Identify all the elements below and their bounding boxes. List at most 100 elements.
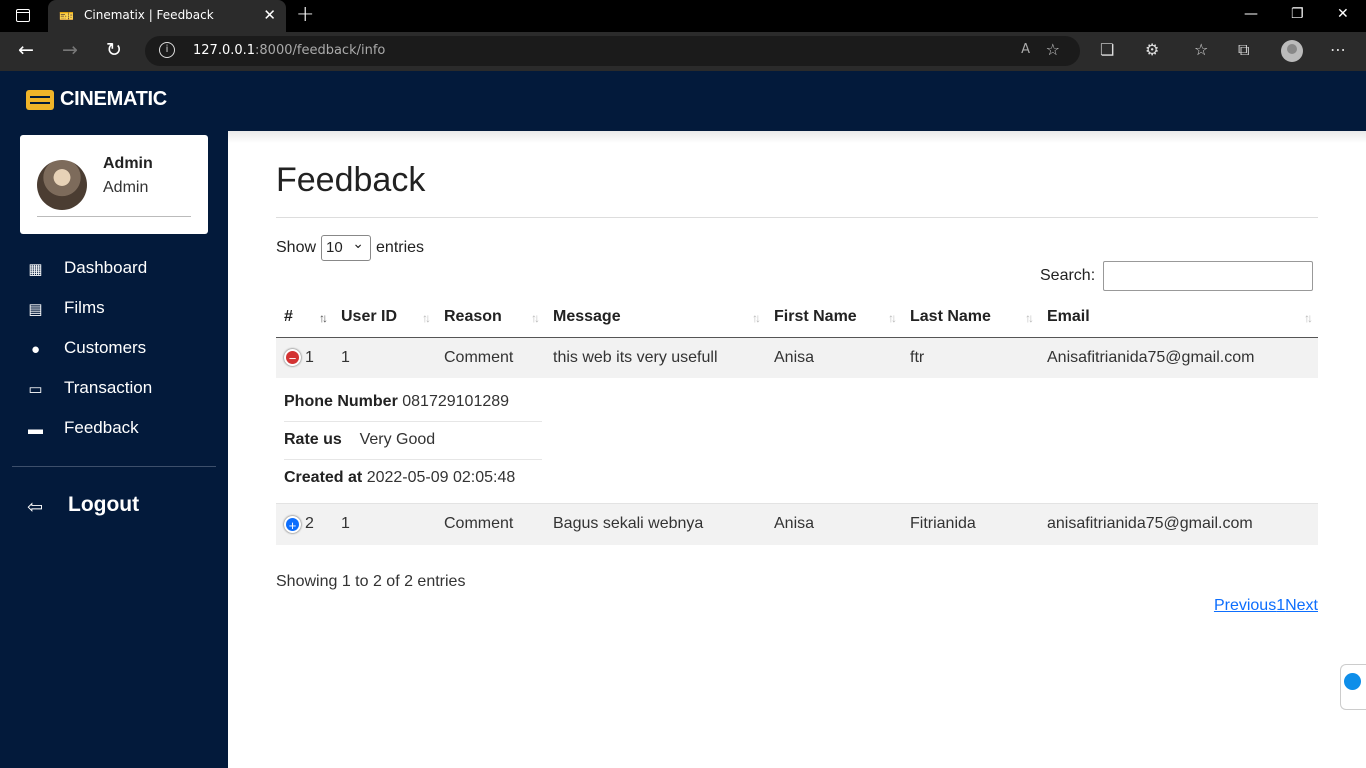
- column-header-first-name[interactable]: First Name ↑↓: [766, 298, 902, 338]
- read-aloud-icon[interactable]: A: [1021, 42, 1030, 57]
- entries-select[interactable]: 10: [321, 235, 372, 261]
- user-name: Admin: [103, 155, 153, 172]
- close-window-icon[interactable]: ✕: [1337, 6, 1349, 22]
- title-divider: [276, 217, 1318, 218]
- column-header-message[interactable]: Message ↑↓: [545, 298, 766, 338]
- expand-row-icon[interactable]: +: [284, 515, 301, 533]
- row-details: Phone Number 081729101289 Rate us Very G…: [276, 378, 1318, 504]
- column-header-reason[interactable]: Reason ↑↓: [436, 298, 545, 338]
- sidebar-menu: ▦ Dashboard ▤ Films ● Customers ▭ Transa…: [0, 249, 228, 449]
- card-icon: ▭: [28, 381, 43, 398]
- chat-icon: ▬: [28, 421, 43, 438]
- user-id-cell: 1: [333, 336, 436, 378]
- message-cell: this web its very usefull: [545, 336, 766, 378]
- browser-tab[interactable]: 🎫 Cinematix | Feedback ✕: [48, 0, 286, 32]
- sidebar-item-dashboard[interactable]: ▦ Dashboard: [0, 249, 228, 289]
- sort-icon: ↑↓: [752, 311, 761, 325]
- message-cell: Bagus sekali webnya: [545, 503, 766, 545]
- grid-icon: ▦: [28, 261, 43, 278]
- remote-support-widget-icon[interactable]: [1340, 664, 1366, 710]
- first-name-cell: Anisa: [766, 336, 902, 378]
- sort-asc-icon: ↑↓: [319, 311, 328, 325]
- feedback-table: # ↑↓ User ID ↑↓ Reason ↑↓ Message ↑↓ First N…: [276, 298, 1318, 545]
- reason-cell: Comment: [436, 503, 545, 545]
- favorite-icon[interactable]: ☆: [1046, 40, 1060, 59]
- tab-actions-icon[interactable]: [16, 9, 30, 22]
- sort-icon: ↑↓: [1025, 311, 1034, 325]
- sidebar-item-label: Feedback: [64, 418, 139, 437]
- minimize-icon[interactable]: —: [1244, 6, 1258, 22]
- page-1-link[interactable]: 1: [1276, 597, 1285, 615]
- url-text[interactable]: 127.0.0.1:8000/feedback/info: [193, 43, 385, 58]
- close-tab-icon[interactable]: ✕: [263, 6, 276, 24]
- column-header-user-id[interactable]: User ID ↑↓: [333, 298, 436, 338]
- sidebar-item-label: Customers: [64, 338, 147, 357]
- user-card: Admin Admin: [20, 135, 208, 234]
- table-info: Showing 1 to 2 of 2 entries: [276, 573, 466, 590]
- user-role: Admin: [103, 179, 149, 196]
- reason-cell: Comment: [436, 336, 545, 378]
- column-header-email[interactable]: Email ↑↓: [1039, 298, 1318, 338]
- header-shadow: [228, 131, 1366, 143]
- favorites-list-icon[interactable]: ☆: [1194, 40, 1208, 59]
- user-id-cell: 1: [333, 503, 436, 545]
- row-number-cell: +2: [276, 503, 333, 545]
- table-header-row: # ↑↓ User ID ↑↓ Reason ↑↓ Message ↑↓ First N…: [276, 298, 1318, 338]
- browser-toolbar: ← → ↻ i 127.0.0.1:8000/feedback/info A ☆…: [0, 32, 1366, 71]
- logout-button[interactable]: ⇦ Logout: [0, 491, 228, 521]
- entries-length-control: Show 10 entries: [276, 235, 424, 261]
- logout-icon: ⇦: [27, 496, 43, 518]
- column-header-no[interactable]: # ↑↓: [276, 298, 333, 338]
- browser-tab-bar: 🎫 Cinematix | Feedback ✕ + — ❐ ✕: [0, 0, 1366, 32]
- last-name-cell: Fitrianida: [902, 503, 1039, 545]
- search-input[interactable]: [1103, 261, 1314, 291]
- forward-icon[interactable]: →: [62, 39, 78, 61]
- row-number-cell: −1: [276, 336, 333, 378]
- reload-icon[interactable]: ↻: [106, 39, 122, 61]
- sidebar-item-label: Dashboard: [64, 258, 148, 277]
- logout-label: Logout: [68, 493, 140, 516]
- ticket-icon: 🎫: [59, 9, 74, 23]
- detail-rate: Rate us Very Good: [284, 422, 542, 460]
- previous-page-link[interactable]: Previous: [1214, 597, 1276, 615]
- table-row: +2 1 Comment Bagus sekali webnya Anisa F…: [276, 503, 1318, 545]
- address-bar[interactable]: i 127.0.0.1:8000/feedback/info A ☆: [145, 36, 1080, 66]
- collapse-row-icon[interactable]: −: [284, 349, 301, 367]
- user-card-divider: [37, 216, 191, 217]
- brand-logo[interactable]: CINEMATIC: [26, 88, 167, 111]
- sidebar-divider: [12, 466, 216, 467]
- sidebar-item-label: Films: [64, 298, 105, 317]
- sort-icon: ↑↓: [1304, 311, 1313, 325]
- tab-collections-icon[interactable]: ⧉: [1238, 40, 1249, 60]
- app-header: CINEMATIC: [0, 71, 1366, 131]
- profile-avatar[interactable]: [1281, 40, 1303, 62]
- sort-icon: ↑↓: [422, 311, 431, 325]
- sidebar-item-label: Transaction: [64, 378, 153, 397]
- table-row: −1 1 Comment this web its very usefull A…: [276, 336, 1318, 378]
- back-icon[interactable]: ←: [18, 39, 34, 61]
- avatar: [37, 160, 87, 210]
- person-icon: ●: [30, 341, 41, 358]
- restore-icon[interactable]: ❐: [1291, 6, 1304, 22]
- sort-icon: ↑↓: [888, 311, 897, 325]
- sidebar-item-feedback[interactable]: ▬ Feedback: [0, 409, 228, 449]
- sidebar-item-customers[interactable]: ● Customers: [0, 329, 228, 369]
- sidebar-item-transaction[interactable]: ▭ Transaction: [0, 369, 228, 409]
- last-name-cell: ftr: [902, 336, 1039, 378]
- site-info-icon[interactable]: i: [159, 42, 175, 58]
- column-header-last-name[interactable]: Last Name ↑↓: [902, 298, 1039, 338]
- collections-icon[interactable]: ❏: [1100, 40, 1114, 59]
- search-label: Search:: [1040, 267, 1096, 284]
- detail-created: Created at 2022-05-09 02:05:48: [284, 469, 516, 486]
- more-icon[interactable]: ⋯: [1330, 40, 1346, 59]
- next-page-link[interactable]: Next: [1285, 597, 1318, 615]
- main-content: Feedback Show 10 entries Search: #↑↓ Use…: [228, 131, 1366, 768]
- sidebar-item-films[interactable]: ▤ Films: [0, 289, 228, 329]
- details-list: Phone Number 081729101289 Rate us Very G…: [284, 384, 542, 497]
- extensions-icon[interactable]: ⚙: [1145, 40, 1159, 59]
- show-label: Show: [276, 239, 317, 256]
- email-cell: Anisafitrianida75@gmail.com: [1039, 336, 1318, 378]
- sort-icon: ↑↓: [531, 311, 540, 325]
- brand-name: CINEMATIC: [60, 88, 167, 110]
- new-tab-icon[interactable]: +: [296, 2, 314, 27]
